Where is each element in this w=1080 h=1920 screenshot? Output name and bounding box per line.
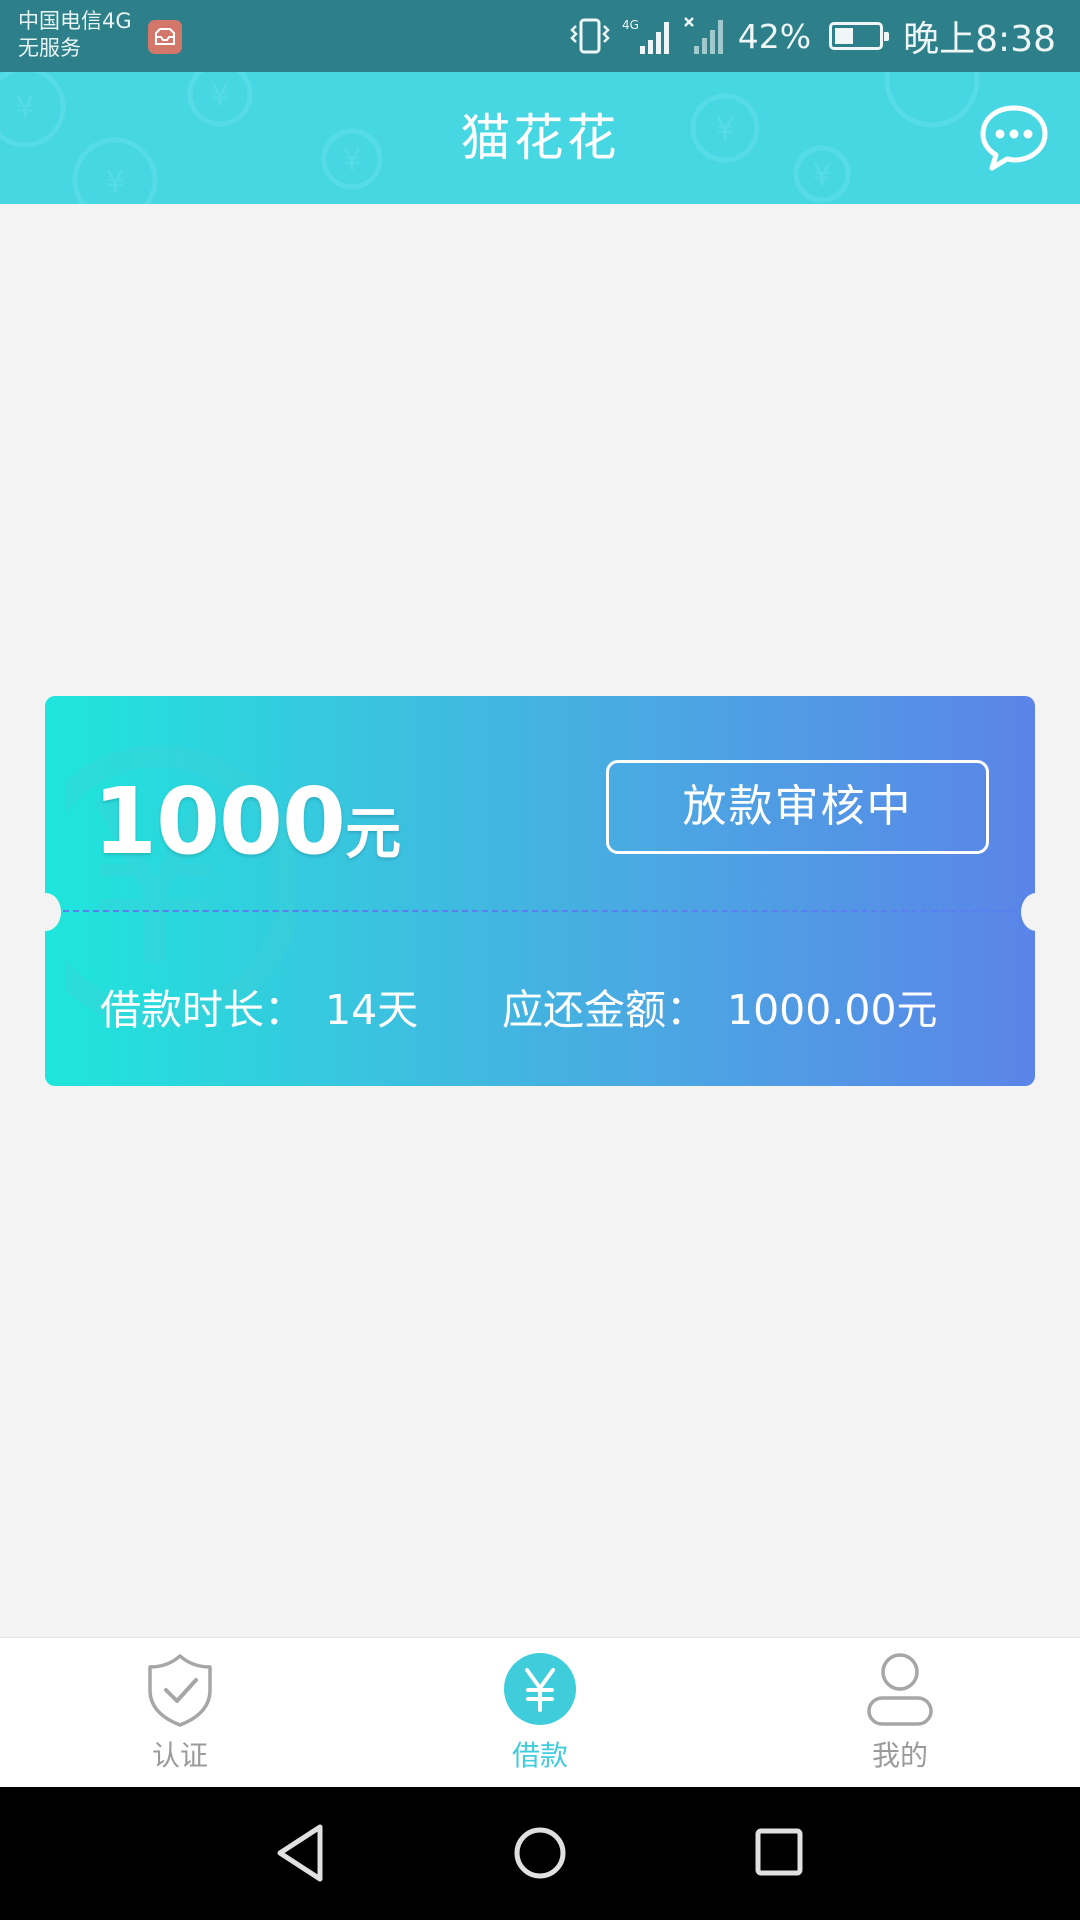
loan-amount-unit: 元	[345, 802, 402, 867]
clock: 晚上8:38	[903, 19, 1056, 60]
repay-amount-label: 应还金额：	[502, 986, 707, 1034]
chat-button[interactable]	[978, 102, 1050, 174]
loan-term-label: 借款时长：	[100, 986, 305, 1034]
shield-check-icon	[148, 1654, 212, 1727]
status-bar: 中国电信4G 无服务 4G 42% 晚上8:38	[0, 0, 1080, 72]
back-triangle-icon[interactable]	[266, 1817, 338, 1889]
signal-4g-icon: 4G	[622, 18, 669, 54]
card-divider	[63, 910, 1017, 912]
tab-loan[interactable]: 借款	[440, 1638, 640, 1788]
battery-level	[835, 28, 853, 44]
vibrate-icon	[570, 18, 610, 54]
home-circle-icon[interactable]	[504, 1817, 576, 1889]
carrier-info: 中国电信4G 无服务	[18, 8, 132, 62]
tab-auth-label: 认证	[151, 1739, 208, 1772]
loan-amount-value: 1000	[93, 768, 346, 875]
battery-percent: 42%	[737, 16, 812, 56]
tab-mine-label: 我的	[871, 1739, 928, 1772]
bottom-tab-bar: 认证 借款 我的	[0, 1637, 1080, 1787]
loan-amount: 1000元	[93, 768, 401, 875]
app-header: ¥ ¥ ¥ ¥ ¥ ¥ 猫花花	[0, 72, 1080, 204]
tab-loan-label: 借款	[511, 1739, 568, 1772]
status-indicators: 4G 42% 晚上8:38	[568, 0, 1056, 72]
svg-text:4G: 4G	[622, 18, 639, 32]
system-nav-bar	[0, 1787, 1080, 1920]
loan-term-value: 14天	[325, 986, 419, 1034]
chat-bubble-icon	[980, 105, 1048, 171]
page-title: 猫花花	[460, 109, 620, 167]
repay-amount: 应还金额： 1000.00元	[502, 976, 938, 1036]
signal-no-service-icon	[683, 17, 723, 54]
card-notch-left	[31, 893, 61, 931]
carrier-service: 无服务	[18, 36, 81, 60]
recent-square-icon[interactable]	[744, 1817, 816, 1889]
tab-auth[interactable]: 认证	[80, 1638, 280, 1788]
tab-mine[interactable]: 我的	[800, 1638, 1000, 1788]
yen-icon	[504, 1653, 576, 1725]
carrier-name: 中国电信4G	[18, 9, 132, 33]
notification-app-icon	[148, 20, 182, 54]
repay-amount-value: 1000.00元	[727, 986, 938, 1034]
loan-card: ¥ 1000元 放款审核中 借款时长： 14天 应还金额： 1000.00元	[45, 696, 1035, 1086]
card-notch-right	[1021, 893, 1051, 931]
user-icon	[867, 1653, 933, 1726]
loan-term: 借款时长： 14天	[100, 976, 418, 1036]
battery-icon	[829, 22, 890, 50]
loan-status-badge: 放款审核中	[606, 760, 989, 854]
